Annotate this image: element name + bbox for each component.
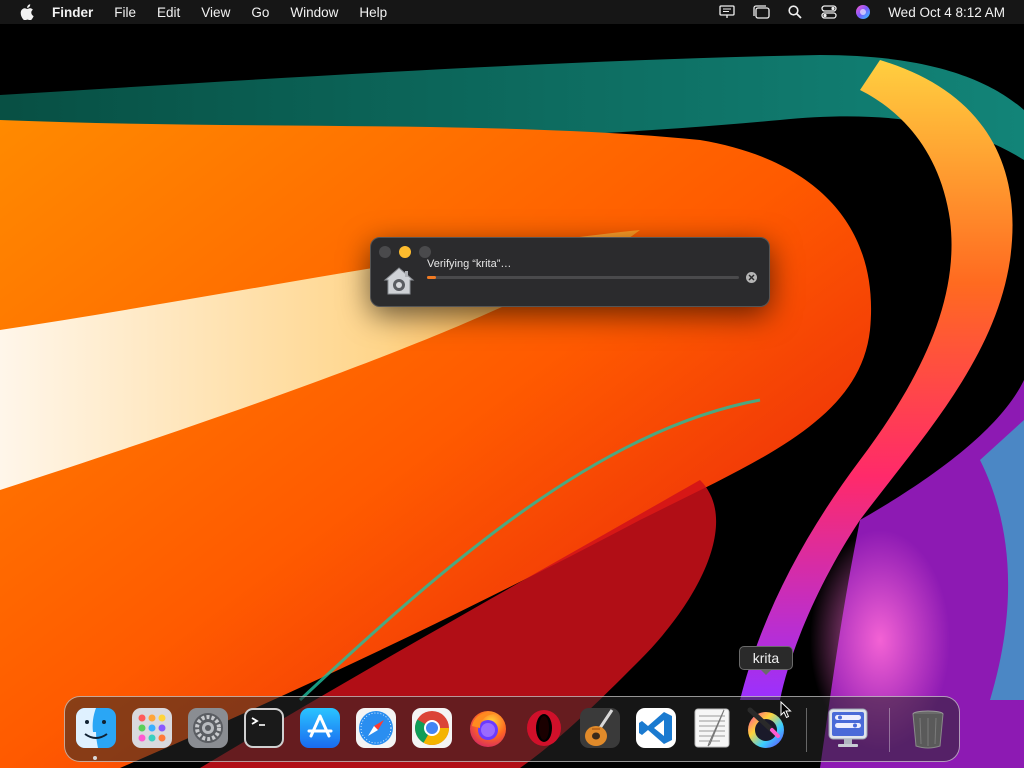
mouse-cursor [780,701,792,719]
window-zoom-button[interactable] [419,246,431,258]
firefox-icon[interactable] [466,706,510,750]
menu-bar-clock[interactable]: Wed Oct 4 8:12 AM [888,5,1005,20]
menu-help[interactable]: Help [359,5,387,20]
menu-file[interactable]: File [114,5,136,20]
cancel-verification-button[interactable] [746,272,757,283]
opera-icon[interactable] [522,706,566,750]
stage-manager-icon[interactable] [752,4,770,20]
vscode-icon[interactable] [634,706,678,750]
dock-separator-trash [889,708,890,752]
finder-icon[interactable] [74,706,118,750]
trash-icon[interactable] [906,706,950,750]
progress-fill [427,276,437,279]
menu-window[interactable]: Window [290,5,338,20]
launchpad-icon[interactable] [130,706,174,750]
menu-edit[interactable]: Edit [157,5,180,20]
control-center-icon[interactable] [820,4,838,20]
siri-icon[interactable] [854,4,872,20]
system-settings-icon[interactable] [186,706,230,750]
menu-go[interactable]: Go [251,5,269,20]
window-minimize-button[interactable] [399,246,411,258]
screen-display-icon[interactable] [718,4,736,20]
app-store-icon[interactable] [298,706,342,750]
remote-desktop-icon[interactable] [826,706,870,750]
spotlight-search-icon[interactable] [786,4,804,20]
dock-tooltip-arrow [760,669,772,675]
garageband-icon[interactable] [578,706,622,750]
menu-bar: Finder File Edit View Go Window Help Wed… [0,0,1024,24]
dock-separator [806,708,807,752]
terminal-icon[interactable] [242,706,286,750]
apple-menu-icon[interactable] [18,3,36,21]
verifying-message: Verifying “krita”… [427,258,512,270]
menu-view[interactable]: View [201,5,230,20]
verifying-progress-window: Verifying “krita”… [370,237,770,307]
gatekeeper-house-icon [383,266,415,296]
menu-app-finder[interactable]: Finder [52,5,93,20]
safari-icon[interactable] [354,706,398,750]
textedit-icon[interactable] [690,706,734,750]
finder-running-indicator [93,756,97,760]
dock-tooltip: krita [739,646,793,670]
desktop-wallpaper [0,0,1024,768]
chrome-icon[interactable] [410,706,454,750]
verification-progress-bar [427,276,739,279]
window-close-button[interactable] [379,246,391,258]
